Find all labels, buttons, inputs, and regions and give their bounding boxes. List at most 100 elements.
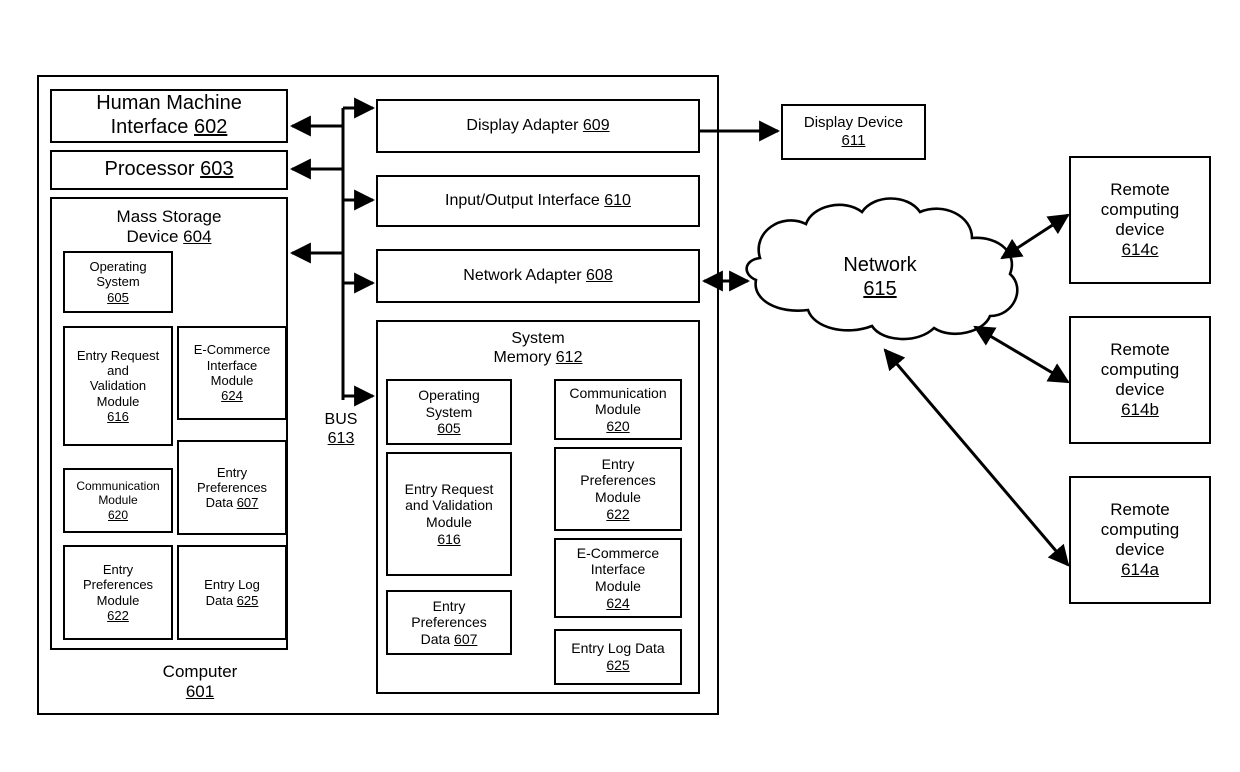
bus-label-text: BUS [324, 411, 358, 428]
sm-epm-ref: 622 [606, 505, 630, 522]
mass-storage-module-ecommerce-interface[interactable]: E-Commerce Interface Module 624 [177, 326, 287, 420]
io-interface-ref: 610 [604, 191, 631, 209]
rcd-b-line3: device [1115, 380, 1165, 399]
rcd-c-line3: device [1115, 220, 1165, 239]
processor-ref: 603 [200, 158, 234, 181]
hmi-line2: Interface [110, 116, 189, 138]
display-device-line1: Display Device [803, 114, 904, 132]
system-memory-module-communication[interactable]: Communication Module 620 [554, 379, 682, 440]
mass-storage-data-entry-preferences[interactable]: Entry Preferences Data 607 [177, 440, 287, 535]
bus-label: BUS 613 [306, 410, 376, 448]
display-adapter-label: Display Adapter [466, 116, 579, 134]
display-device-box[interactable]: Display Device 611 [781, 104, 926, 160]
sm-epd-line2: Preferences [411, 614, 487, 631]
computer-label: Computer 601 [140, 662, 260, 703]
sm-comm-line1: Communication [569, 384, 667, 401]
rcd-c-line2: computing [1100, 199, 1180, 219]
display-adapter-ref: 609 [582, 116, 610, 134]
ms-ecom-line1: E-Commerce [193, 342, 271, 358]
ms-epd-line3: Data [205, 495, 234, 511]
ms-eld-ref: 625 [236, 592, 259, 608]
rcd-a-line3: device [1115, 540, 1165, 559]
ms-epm-ref: 622 [107, 607, 129, 623]
sm-epm-line2: Preferences [580, 472, 656, 489]
ms-eld-line2: Data [205, 592, 234, 608]
ms-os-line1: Operating [89, 259, 147, 274]
mass-storage-module-operating-system[interactable]: Operating System 605 [63, 251, 173, 313]
rcd-b-line2: computing [1100, 359, 1180, 379]
wire-network-to-remote-614c [1000, 213, 1070, 260]
system-memory-module-ecommerce-interface[interactable]: E-Commerce Interface Module 624 [554, 538, 682, 618]
sm-comm-ref: 620 [606, 417, 630, 434]
rcd-a-line2: computing [1100, 519, 1180, 539]
mass-storage-line2: Device [126, 227, 179, 247]
system-memory-line2: Memory [493, 348, 552, 366]
system-memory-data-entry-preferences[interactable]: Entry Preferences Data 607 [386, 590, 512, 655]
network-adapter-label: Network Adapter [463, 266, 582, 284]
sm-comm-line2: Module [595, 401, 641, 418]
sm-os-line1: Operating [418, 387, 480, 404]
sm-os-ref: 605 [437, 420, 461, 437]
network-adapter-box[interactable]: Network Adapter 608 [376, 249, 700, 303]
sm-ecom-ref: 624 [606, 594, 630, 611]
remote-computing-device-614b[interactable]: Remote computing device 614b [1069, 316, 1211, 444]
ms-ecom-ref: 624 [221, 388, 243, 404]
remote-computing-device-614c[interactable]: Remote computing device 614c [1069, 156, 1211, 284]
sm-ecom-line3: Module [595, 578, 641, 594]
computer-label-text: Computer [162, 662, 238, 681]
ms-epd-line2: Preferences [196, 479, 268, 495]
sm-epd-line3: Data [420, 630, 451, 647]
sm-epd-line1: Entry [432, 597, 466, 614]
rcd-b-ref: 614b [1121, 400, 1159, 420]
ms-comm-line1: Communication [76, 479, 160, 494]
sm-erv-line1: Entry Request [404, 480, 494, 497]
mass-storage-module-entry-preferences[interactable]: Entry Preferences Module 622 [63, 545, 173, 640]
rcd-a-line1: Remote [1110, 499, 1170, 519]
rcd-c-line1: Remote [1110, 179, 1170, 199]
hmi-line1: Human Machine [96, 92, 242, 115]
sm-ecom-line1: E-Commerce [576, 544, 660, 561]
ms-epm-line1: Entry [102, 561, 134, 577]
system-memory-module-entry-preferences[interactable]: Entry Preferences Module 622 [554, 447, 682, 531]
ms-ecom-line2: Interface [206, 357, 258, 373]
human-machine-interface-box[interactable]: Human Machine Interface 602 [50, 89, 288, 143]
mass-storage-module-communication[interactable]: Communication Module 620 [63, 468, 173, 533]
io-interface-box[interactable]: Input/Output Interface 610 [376, 175, 700, 227]
processor-box[interactable]: Processor 603 [50, 150, 288, 190]
ms-comm-line2: Module [98, 493, 138, 508]
network-label-text: Network [843, 254, 917, 276]
display-adapter-box[interactable]: Display Adapter 609 [376, 99, 700, 153]
ms-epd-ref: 607 [236, 495, 259, 511]
ms-epm-line2: Preferences [82, 577, 154, 593]
ms-epd-line1: Entry [216, 464, 248, 480]
diagram-canvas: Computer 601 BUS 613 Human Machine Inter… [0, 0, 1240, 772]
system-memory-line1: System [511, 330, 565, 347]
display-device-ref: 611 [841, 132, 866, 149]
ms-erv-line4: Module [96, 393, 140, 409]
system-memory-data-entry-log[interactable]: Entry Log Data 625 [554, 629, 682, 685]
hmi-ref: 602 [194, 116, 228, 138]
ms-erv-ref: 616 [107, 408, 129, 424]
wire-network-to-remote-614b [973, 325, 1070, 384]
bus-label-ref: 613 [327, 430, 355, 448]
sm-epd-ref: 607 [454, 630, 478, 647]
network-cloud-label: Network 615 [800, 253, 960, 301]
ms-ecom-line3: Module [210, 373, 254, 388]
io-interface-label: Input/Output Interface [445, 191, 600, 209]
sm-epm-line1: Entry [601, 455, 635, 472]
remote-computing-device-614a[interactable]: Remote computing device 614a [1069, 476, 1211, 604]
wire-network-to-remote-614a [883, 348, 1070, 567]
rcd-a-ref: 614a [1121, 560, 1159, 580]
mass-storage-line1: Mass Storage [116, 207, 222, 226]
mass-storage-data-entry-log[interactable]: Entry Log Data 625 [177, 545, 287, 640]
ms-erv-line3: Validation [89, 378, 147, 394]
system-memory-module-operating-system[interactable]: Operating System 605 [386, 379, 512, 445]
sm-ecom-line2: Interface [590, 561, 646, 578]
sm-erv-line3: Module [426, 514, 472, 530]
mass-storage-ref: 604 [183, 227, 212, 247]
sm-eld-ref: 625 [606, 657, 630, 673]
system-memory-module-entry-request-validation[interactable]: Entry Request and Validation Module 616 [386, 452, 512, 576]
computer-label-ref: 601 [185, 682, 215, 702]
system-memory-ref: 612 [555, 348, 583, 366]
mass-storage-module-entry-request-validation[interactable]: Entry Request and Validation Module 616 [63, 326, 173, 446]
